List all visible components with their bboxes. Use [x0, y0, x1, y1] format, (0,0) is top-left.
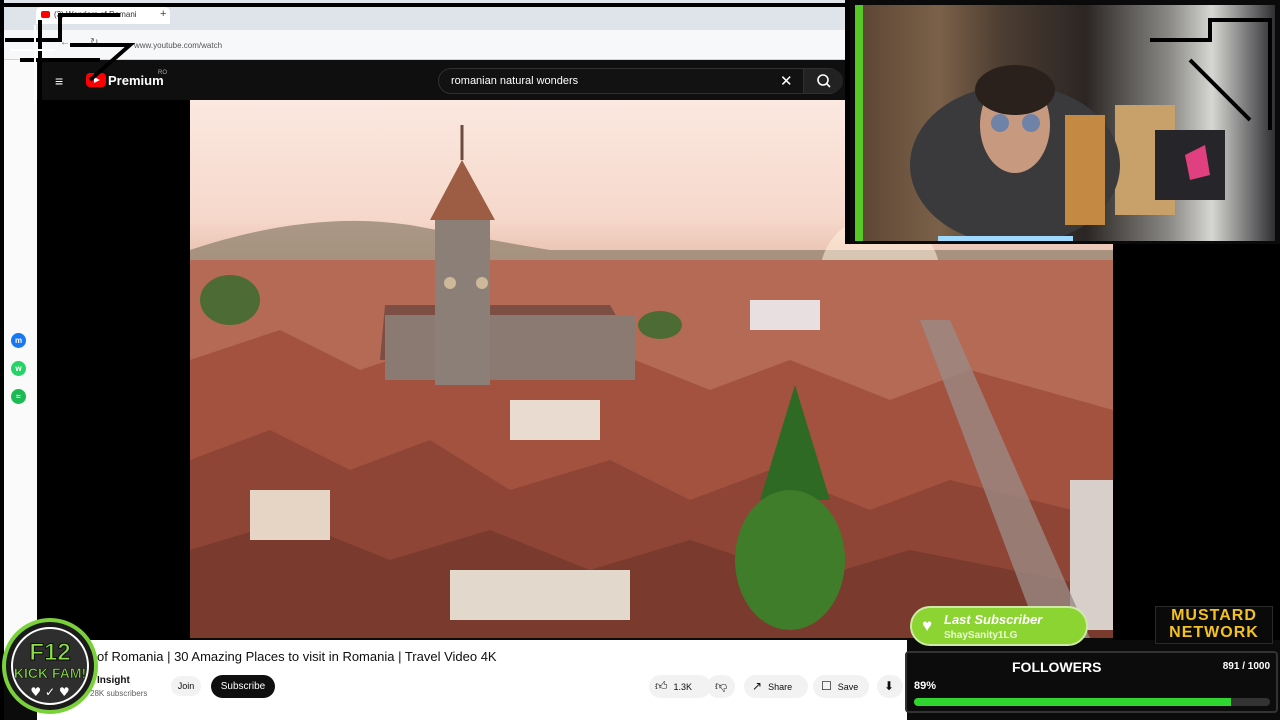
network-line-1: MUSTARD — [1171, 607, 1257, 624]
stream-screen: (3) Wonders of Romani + www.youtube.com/… — [0, 0, 1280, 720]
join-button[interactable]: Join — [171, 676, 201, 696]
kick-fam-badge-art: F12 KICK FAM! ♥ ✓ ♥ — [2, 618, 98, 714]
webcam-corner-decoration — [1150, 18, 1272, 130]
followers-goal-widget: FOLLOWERS 891 / 1000 89% — [905, 651, 1278, 713]
save-label: Save — [837, 682, 859, 692]
followers-progress-bar — [914, 698, 1270, 706]
subscriber-count: 28K subscribers — [90, 689, 148, 698]
save-icon: ☐ — [821, 679, 832, 693]
like-count: 1.3K — [673, 682, 693, 692]
thumbs-down-icon: 👎︎ — [715, 679, 728, 693]
video-info: of Romania | 30 Amazing Places to visit … — [37, 640, 907, 720]
followers-label: FOLLOWERS — [1012, 659, 1102, 675]
dislike-button[interactable]: 👎︎ — [707, 675, 735, 698]
video-title: of Romania | 30 Amazing Places to visit … — [97, 649, 497, 664]
messenger-icon[interactable]: m — [11, 333, 26, 348]
webcam-accent-bar — [938, 236, 1073, 241]
search-box: romanian natural wonders ✕ — [438, 68, 843, 94]
search-button[interactable] — [803, 69, 843, 93]
followers-count: 891 / 1000 — [1222, 661, 1270, 672]
heart-icon: ♥ — [922, 616, 933, 635]
last-subscriber-label: Last Subscriber — [944, 612, 1043, 627]
last-subscriber-widget: ♥ Last Subscriber ShaySanity1LG — [910, 606, 1088, 646]
kick-fam-badge: F12 KICK FAM! ♥ ✓ ♥ — [2, 608, 98, 718]
network-line-2: NETWORK — [1169, 624, 1259, 641]
badge-hearts-icon: ♥ ✓ ♥ — [30, 685, 69, 699]
thumbs-up-icon: 👍︎ — [655, 679, 668, 693]
share-icon: ↗ — [752, 679, 763, 693]
mustard-network-logo: MUSTARD NETWORK — [1155, 606, 1273, 644]
followers-percent: 89% — [914, 680, 937, 692]
search-icon — [817, 74, 831, 88]
last-subscriber-name: ShaySanity1LG — [944, 630, 1018, 641]
download-button[interactable]: ⬇ — [877, 675, 903, 698]
spotify-icon[interactable]: ≈ — [11, 389, 26, 404]
share-label: Share — [768, 682, 793, 692]
followers-progress-fill — [914, 698, 1231, 706]
search-input[interactable]: romanian natural wonders — [451, 75, 578, 87]
save-button[interactable]: ☐ Save — [813, 675, 869, 698]
whatsapp-icon[interactable]: w — [11, 361, 26, 376]
webcam-panel — [850, 0, 1280, 244]
right-black-area — [1113, 244, 1280, 640]
channel-name[interactable]: Insight — [97, 675, 130, 686]
share-button[interactable]: ↗ Share — [744, 675, 808, 698]
overlay-corner-decoration — [5, 13, 136, 140]
badge-line-2: KICK FAM! — [14, 665, 86, 681]
download-icon: ⬇ — [884, 679, 895, 693]
clear-search-icon[interactable]: ✕ — [780, 72, 793, 90]
subscribe-button[interactable]: Subscribe — [211, 675, 275, 698]
like-button[interactable]: 👍︎ 1.3K — [649, 675, 711, 698]
badge-line-1: F12 — [29, 639, 70, 666]
